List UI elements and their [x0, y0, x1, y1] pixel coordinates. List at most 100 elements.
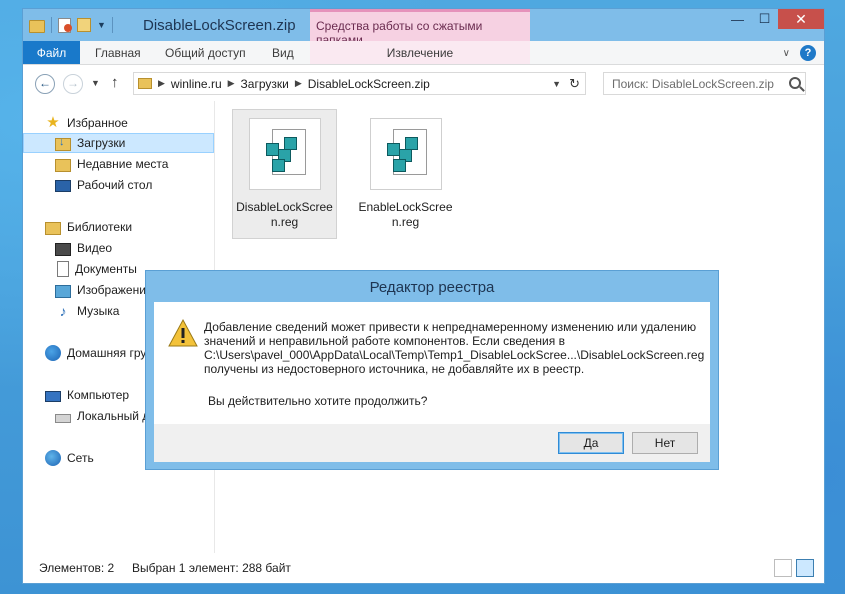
- file-item-enable[interactable]: EnableLockScree n.reg: [353, 109, 458, 239]
- dialog-footer: Да Нет: [154, 424, 710, 462]
- window-controls: — ☐ ✕: [724, 9, 824, 29]
- dialog-question: Вы действительно хотите продолжить?: [208, 394, 428, 408]
- nav-label: Документы: [75, 262, 137, 276]
- reg-file-icon: [369, 118, 442, 190]
- registry-editor-dialog: Редактор реестра Добавление сведений мож…: [145, 270, 719, 470]
- breadcrumb-winline[interactable]: winline.ru: [171, 77, 222, 91]
- music-icon: ♪: [59, 303, 67, 319]
- toolbar-divider: [111, 17, 113, 33]
- message-line: Добавление сведений может привести к неп…: [204, 320, 697, 334]
- close-button[interactable]: ✕: [778, 9, 824, 29]
- breadcrumb-separator-icon[interactable]: ▶: [158, 78, 165, 89]
- toolbar-divider: [51, 17, 52, 33]
- breadcrumb-separator-icon[interactable]: ▶: [228, 78, 235, 89]
- item-count: Элементов: 2: [39, 561, 115, 575]
- address-toolbar: ← → ▼ ↑ ▶ winline.ru ▶ Загрузки ▶ Disabl…: [23, 65, 824, 101]
- tab-view[interactable]: Вид: [272, 41, 294, 64]
- search-input[interactable]: Поиск: DisableLockScreen.zip: [603, 72, 806, 95]
- file-name: DisableLockScree n.reg: [233, 200, 336, 230]
- tab-extract[interactable]: Извлечение: [310, 41, 530, 64]
- breadcrumb-zip[interactable]: DisableLockScreen.zip: [308, 77, 430, 91]
- nav-downloads[interactable]: Загрузки: [23, 133, 214, 153]
- details-view-button[interactable]: [774, 559, 792, 577]
- nav-desktop[interactable]: Рабочий стол: [23, 175, 214, 195]
- customize-toolbar-icon[interactable]: ▼: [97, 20, 106, 30]
- message-line: C:\Users\pavel_000\AppData\Local\Temp\Te…: [204, 348, 705, 362]
- address-history-icon[interactable]: ▼: [552, 79, 561, 89]
- registry-cube-icon: [271, 159, 285, 172]
- message-line: получены из недостоверного источника, не…: [204, 362, 585, 376]
- dialog-content: Добавление сведений может привести к неп…: [154, 302, 710, 424]
- ribbon-controls: ∨ ?: [783, 45, 816, 61]
- file-name-line: EnableLockScree: [358, 200, 453, 214]
- nav-label: Избранное: [67, 116, 128, 130]
- view-switcher: [774, 559, 814, 577]
- nav-label: Музыка: [77, 304, 120, 318]
- tab-home[interactable]: Главная: [95, 41, 141, 64]
- tab-share[interactable]: Общий доступ: [165, 41, 246, 64]
- back-button[interactable]: ←: [35, 74, 55, 94]
- nav-label: Библиотеки: [67, 220, 133, 234]
- nav-label: Недавние места: [77, 157, 169, 171]
- homegroup-icon: [45, 345, 61, 361]
- message-line: значений и неправильной работе компонент…: [204, 334, 565, 348]
- file-name-line: n.reg: [270, 215, 299, 229]
- refresh-icon[interactable]: ↻: [569, 76, 580, 92]
- breadcrumb-downloads[interactable]: Загрузки: [241, 77, 289, 91]
- downloads-folder-icon: [55, 136, 71, 151]
- nav-video[interactable]: Видео: [23, 238, 214, 258]
- status-bar: Элементов: 2 Выбран 1 элемент: 288 байт: [23, 553, 824, 583]
- help-icon[interactable]: ?: [800, 45, 816, 61]
- breadcrumb-separator-icon[interactable]: ▶: [295, 78, 302, 89]
- maximize-button[interactable]: ☐: [751, 9, 778, 29]
- registry-cube-icon: [392, 159, 406, 172]
- nav-libraries[interactable]: Библиотеки: [23, 217, 214, 237]
- no-button[interactable]: Нет: [632, 432, 698, 454]
- address-bar[interactable]: ▶ winline.ru ▶ Загрузки ▶ DisableLockScr…: [133, 72, 586, 95]
- new-folder-icon[interactable]: [77, 18, 91, 32]
- folder-icon: [138, 78, 152, 89]
- window-title: DisableLockScreen.zip: [143, 17, 296, 34]
- yes-button[interactable]: Да: [558, 432, 624, 454]
- nav-recent[interactable]: Недавние места: [23, 154, 214, 174]
- minimize-button[interactable]: —: [724, 9, 751, 29]
- forward-button[interactable]: →: [63, 74, 83, 94]
- file-item-disable[interactable]: DisableLockScree n.reg: [232, 109, 337, 239]
- recent-locations-icon[interactable]: ▼: [91, 78, 100, 88]
- properties-icon[interactable]: [58, 17, 72, 33]
- reg-file-icon: [248, 118, 321, 190]
- chevron-down-icon[interactable]: ∨: [783, 48, 790, 59]
- tab-file[interactable]: Файл: [23, 41, 80, 64]
- warning-icon: [168, 318, 198, 347]
- registry-cube-icon: [283, 137, 297, 150]
- context-tab-group: Средства работы со сжатыми папками: [310, 9, 530, 47]
- dialog-title: Редактор реестра: [369, 279, 495, 296]
- folder-icon: [29, 19, 45, 33]
- nav-label: Компьютер: [67, 388, 130, 402]
- images-icon: [55, 284, 71, 298]
- quick-access-toolbar: ▼: [29, 17, 113, 33]
- file-name: EnableLockScree n.reg: [354, 200, 457, 230]
- drive-icon: [55, 413, 71, 423]
- dialog-message: Добавление сведений может привести к неп…: [204, 320, 704, 376]
- recent-places-icon: [55, 158, 71, 172]
- search-icon[interactable]: [789, 77, 801, 89]
- computer-icon: [45, 390, 61, 402]
- desktop-icon: [55, 180, 71, 192]
- file-name-line: DisableLockScree: [236, 200, 333, 214]
- nav-label: Видео: [77, 241, 113, 255]
- nav-favorites[interactable]: ★ Избранное: [23, 113, 214, 133]
- video-icon: [55, 242, 71, 256]
- registry-cube-icon: [404, 137, 418, 150]
- up-arrow-icon[interactable]: ↑: [111, 74, 119, 91]
- nav-label: Рабочий стол: [77, 178, 153, 192]
- selection-info: Выбран 1 элемент: 288 байт: [132, 561, 291, 575]
- file-name-line: n.reg: [391, 215, 420, 229]
- nav-label: Сеть: [67, 451, 94, 465]
- network-icon: [45, 450, 61, 466]
- libraries-icon: [45, 221, 61, 235]
- large-icons-view-button[interactable]: [796, 559, 814, 577]
- documents-icon: [57, 261, 69, 277]
- star-icon: ★: [46, 114, 60, 131]
- ribbon-tabs: Файл Главная Общий доступ Вид Извлечение…: [23, 41, 824, 65]
